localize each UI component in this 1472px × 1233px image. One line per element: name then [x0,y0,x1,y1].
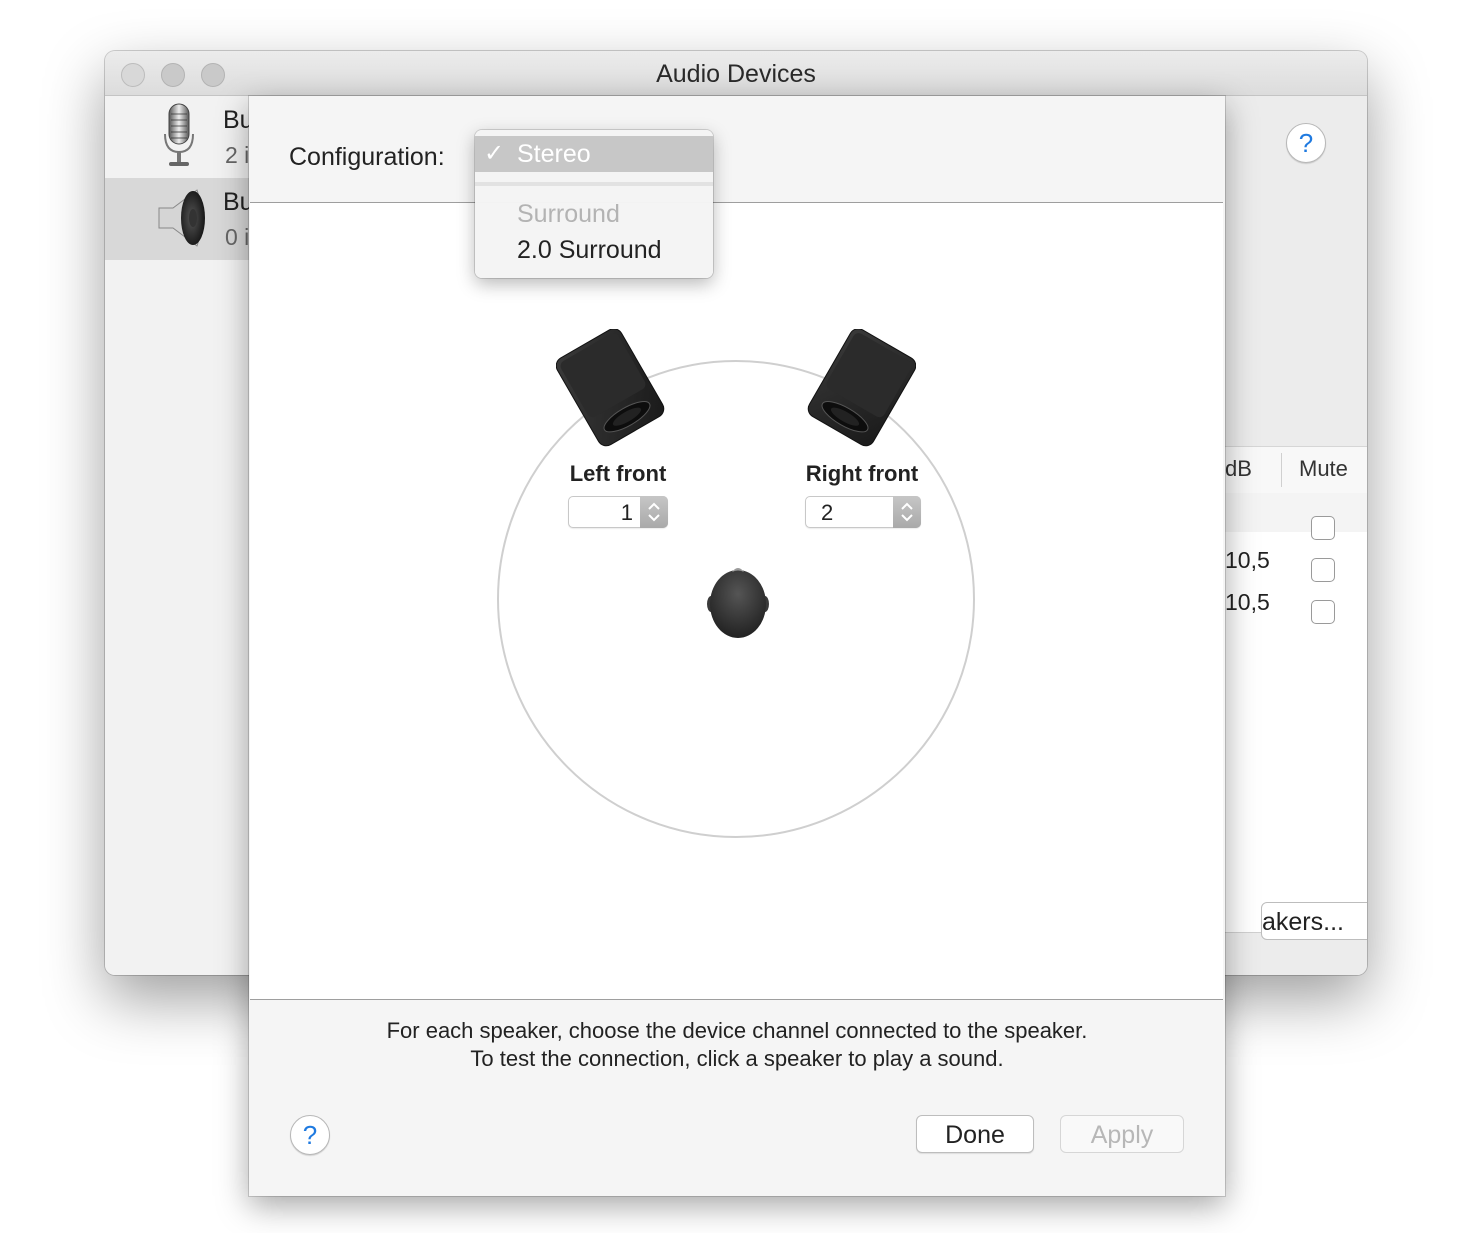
column-divider [1281,453,1282,487]
menu-item-2-0-surround[interactable]: 2.0 Surround [475,232,713,268]
menu-item-stereo[interactable]: ✓ Stereo [475,136,713,172]
configure-speakers-label: akers... [1262,908,1344,936]
menu-separator [475,182,713,186]
mute-checkbox[interactable] [1311,600,1335,624]
table-header: dB Mute [1225,446,1367,494]
title-bar: Audio Devices [105,51,1367,96]
device-channels: 2 i [225,142,250,168]
configuration-label: Configuration: [289,143,445,171]
channel-table: 10,5 10,5 [1225,516,1367,932]
menu-item-label: Stereo [517,140,591,168]
device-list: Bu 2 i Bu 0 i + — ⚙ [105,96,255,975]
menu-item-label: 2.0 Surround [517,236,662,264]
column-mute: Mute [1299,456,1348,481]
instruction-line-1: For each speaker, choose the device chan… [386,1018,1088,1043]
menu-item-label: Surround [517,200,620,228]
window-title: Audio Devices [656,60,816,88]
left-front-channel-value: 1 [620,500,633,525]
device-channels: 0 i [225,224,250,250]
microphone-icon [164,103,194,166]
speaker-layout-canvas: Left front 1 Right front 2 [250,202,1223,1000]
device-detail-pane: ? dB Mute 10,5 10,5 akers... [1225,96,1367,975]
listener-head-icon [707,568,769,638]
right-front-channel-value: 2 [821,500,834,525]
right-front-speaker-icon[interactable] [806,329,916,449]
device-row-speaker[interactable]: Bu 0 i [105,178,255,260]
column-db: dB [1225,456,1252,481]
left-front-channel-stepper[interactable]: 1 [568,496,668,528]
mute-checkbox[interactable] [1311,558,1335,582]
checkmark-icon: ✓ [484,140,505,167]
help-button[interactable]: ? [1286,123,1326,163]
done-button[interactable]: Done [916,1115,1034,1153]
right-front-channel-stepper[interactable]: 2 [805,496,921,528]
channel-volume: 10,5 [1225,547,1270,573]
left-front-label: Left front [569,461,667,486]
configure-speakers-button[interactable]: akers... [1261,902,1367,940]
instruction-line-2: To test the connection, click a speaker … [470,1046,1004,1071]
configuration-menu: ✓ Stereo Surround 2.0 Surround [475,130,713,278]
sheet-help-button[interactable]: ? [290,1115,330,1155]
mute-checkbox[interactable] [1311,516,1335,540]
right-front-label: Right front [805,461,919,486]
stepper-arrows-icon[interactable] [640,496,668,528]
stepper-arrows-icon[interactable] [893,496,921,528]
left-front-speaker-icon[interactable] [556,329,666,449]
configure-speakers-sheet: Configuration: Left front 1 Right front … [249,96,1225,1196]
speaker-icon [158,189,205,247]
device-row-microphone[interactable]: Bu 2 i [105,96,255,178]
apply-button[interactable]: Apply [1060,1115,1184,1153]
channel-volume: 10,5 [1225,589,1270,615]
table-subheader [1225,493,1367,533]
menu-item-surround-header: Surround [475,196,713,232]
